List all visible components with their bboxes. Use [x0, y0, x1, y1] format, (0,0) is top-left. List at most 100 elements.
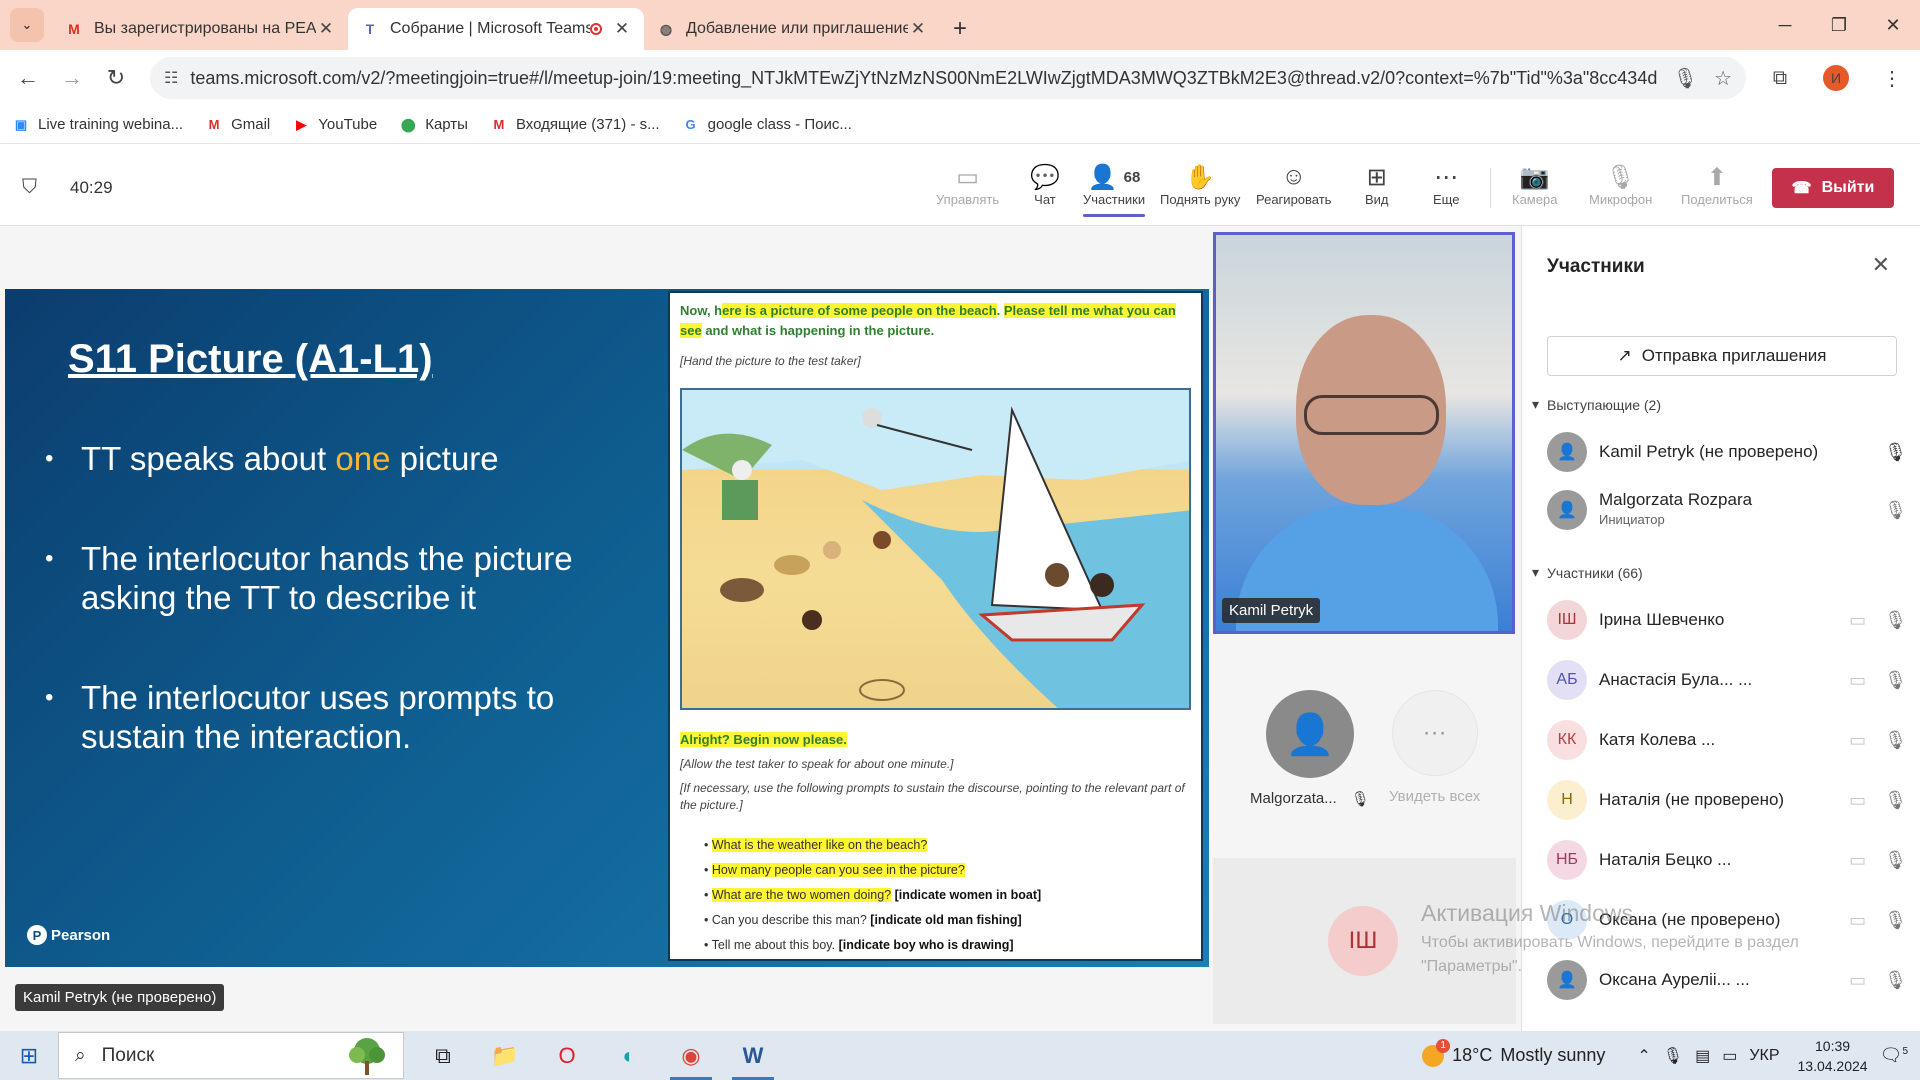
mic-muted-icon: 🎙 [1884, 669, 1907, 690]
hand-icon: ✋ [1185, 163, 1216, 191]
chevron-down-icon: ⌄ [21, 17, 33, 32]
monitor-icon: ▭ [956, 163, 979, 191]
active-speaker-video[interactable]: Kamil Petryk [1213, 232, 1515, 634]
language-indicator[interactable]: УКР [1749, 1047, 1779, 1065]
url-bar[interactable]: ☷ teams.microsoft.com/v2/?meetingjoin=tr… [150, 57, 1746, 99]
bookmark-google-class[interactable]: Ggoogle class - Поис... [682, 116, 852, 134]
bookmark-youtube[interactable]: ▶ YouTube [292, 116, 377, 134]
participant-row[interactable]: АБ Анастасія Була... ... ▭ 🎙 [1547, 652, 1907, 708]
browser-tab-invite[interactable]: ◍ Добавление или приглашение ✕ [644, 8, 940, 50]
participant-row[interactable]: НБ Наталія Бецко ... ▭ 🎙 [1547, 832, 1907, 888]
slide-bullet: • The interlocutor hands the picture ask… [45, 539, 645, 617]
button-label: Еще [1433, 192, 1460, 207]
word-icon[interactable]: W [722, 1031, 784, 1080]
mic-icon: 🎙 [1884, 441, 1907, 462]
notification-icon[interactable]: 🗨5 [1880, 1045, 1908, 1066]
caret-down-icon: ▾ [1532, 396, 1540, 412]
presenters-section-header[interactable]: ▾ Выступающие (2) [1532, 396, 1661, 413]
manage-button[interactable]: ▭ Управлять [936, 162, 999, 208]
battery-icon[interactable]: ▭ [1722, 1046, 1737, 1066]
forward-arrow-icon[interactable]: → [50, 56, 94, 100]
kebab-menu-icon[interactable]: ⋮ [1864, 66, 1920, 91]
share-tray-icon: ⬆ [1706, 163, 1727, 191]
participant-row[interactable]: О Оксана (не проверено) ▭ 🎙 [1547, 892, 1907, 948]
prompt-item: • How many people can you see in the pic… [704, 863, 965, 877]
participant-row[interactable]: Н Наталія (не проверено) ▭ 🎙 [1547, 772, 1907, 828]
opera-icon[interactable]: O [536, 1031, 598, 1080]
new-tab-button[interactable]: + [940, 8, 980, 50]
button-label: Камера [1512, 192, 1558, 207]
see-all-tile[interactable]: ··· Увидеть всех [1389, 690, 1480, 805]
prompt-item: • What is the weather like on the beach? [704, 838, 928, 852]
participant-row[interactable]: 👤 Malgorzata Rozpara Инициатор 🎙 [1547, 482, 1907, 538]
mic-muted-icon: 🎙 [1350, 791, 1370, 808]
bookmark-inbox[interactable]: M Входящие (371) - s... [490, 116, 660, 134]
edge-icon[interactable]: ◐ [598, 1031, 660, 1080]
participant-tile-malgorzata[interactable]: 👤 Malgorzata... 🎙 [1250, 690, 1370, 808]
close-window-icon[interactable]: ✕ [1866, 0, 1920, 50]
bullet-text: TT speaks about [81, 440, 336, 477]
mic-muted-icon: 🎙 [1884, 849, 1907, 870]
participant-row[interactable]: КК Катя Колева ... ▭ 🎙 [1547, 712, 1907, 768]
chevron-up-icon[interactable]: ⌃ [1637, 1046, 1650, 1066]
mic-button[interactable]: 🎙 Микрофон [1589, 162, 1652, 208]
beach-scene-image [682, 390, 1189, 708]
camera-off-icon: ▭ [1849, 849, 1867, 870]
task-view-icon[interactable]: ⧉ [412, 1031, 474, 1080]
send-invite-button[interactable]: ↗ Отправка приглашения [1547, 336, 1897, 376]
weather-widget[interactable]: 18°C Mostly sunny [1422, 1038, 1606, 1067]
back-arrow-icon[interactable]: ← [6, 56, 50, 100]
site-settings-icon[interactable]: ☷ [164, 68, 178, 88]
taskbar-search[interactable]: ⌕ Поиск [58, 1032, 404, 1079]
view-button[interactable]: ⊞ Вид [1365, 162, 1389, 208]
minimize-icon[interactable]: ─ [1758, 0, 1812, 50]
close-icon[interactable]: ✕ [908, 19, 928, 39]
bookmark-label: Входящие (371) - s... [515, 116, 660, 133]
notification-count: 5 [1902, 1046, 1908, 1057]
windows-start-icon[interactable]: ⊞ [0, 1031, 58, 1080]
network-icon[interactable]: ▤ [1695, 1046, 1710, 1066]
share-button[interactable]: ⬆ Поделиться [1681, 162, 1753, 208]
extensions-icon[interactable]: ⧉ [1752, 67, 1808, 90]
close-icon[interactable]: ✕ [612, 19, 632, 39]
reload-icon[interactable]: ↻ [94, 56, 138, 100]
restore-icon[interactable]: ❐ [1812, 0, 1866, 50]
microphone-icon[interactable]: 🎙 [1673, 66, 1698, 91]
browser-tab-teams[interactable]: T Собрание | Microsoft Teams ✕ [348, 8, 644, 50]
paper-instruction: [Allow the test taker to speak for about… [680, 757, 954, 771]
presentation-slide: S11 Picture (A1-L1) • TT speaks about on… [5, 289, 1209, 967]
attendees-section-header[interactable]: ▾ Участники (66) [1532, 564, 1643, 581]
browser-tab-gmail[interactable]: M Вы зарегистрированы на PEARSON ✕ [52, 8, 348, 50]
globe-icon: ◍ [659, 20, 673, 37]
tab-search-button[interactable]: ⌄ [10, 8, 44, 42]
raise-hand-button[interactable]: ✋ Поднять руку [1160, 162, 1240, 208]
profile-avatar[interactable]: И [1823, 65, 1849, 91]
clock[interactable]: 10:39 13.04.2024 [1798, 1036, 1868, 1076]
clock-date: 13.04.2024 [1797, 1057, 1868, 1074]
react-button[interactable]: ☺ Реагировать [1256, 162, 1331, 207]
phone-hangup-icon: ☎ [1791, 180, 1812, 197]
tab-title: Добавление или приглашение [686, 20, 908, 37]
bookmark-maps[interactable]: ⬤ Карты [399, 116, 468, 134]
bookmark-gmail[interactable]: M Gmail [205, 116, 271, 134]
star-icon[interactable]: ☆ [1714, 66, 1732, 91]
url-text[interactable]: teams.microsoft.com/v2/?meetingjoin=true… [190, 68, 1656, 89]
chat-button[interactable]: 💬 Чат [1030, 162, 1060, 208]
microphone-icon[interactable]: 🎙 [1663, 1046, 1683, 1066]
more-button[interactable]: ⋯ Еще [1433, 162, 1460, 208]
close-icon[interactable]: ✕ [316, 19, 336, 39]
close-icon[interactable]: ✕ [1872, 252, 1890, 278]
bookmark-live-training[interactable]: ▣ Live training webina... [12, 116, 183, 134]
participant-row[interactable]: 👤 Оксана Ауреліі... ... ▭ 🎙 [1547, 952, 1907, 1008]
participants-button[interactable]: 👤 68 Участники [1083, 162, 1146, 217]
section-label: Выступающие (2) [1547, 396, 1661, 413]
button-label: Поделиться [1681, 192, 1753, 207]
participant-row[interactable]: 👤 Kamil Petryk (не проверено) 🎙 [1547, 424, 1907, 480]
weather-desc: Mostly sunny [1500, 1045, 1606, 1065]
button-label: Вид [1365, 192, 1389, 207]
file-explorer-icon[interactable]: 📁 [474, 1031, 536, 1080]
chrome-icon[interactable]: ◉ [660, 1031, 722, 1080]
camera-button[interactable]: 📷 Камера [1512, 162, 1558, 208]
leave-button[interactable]: ☎ Выйти [1772, 168, 1894, 208]
participant-row[interactable]: ІШ Ірина Шевченко ▭ 🎙 [1547, 592, 1907, 648]
